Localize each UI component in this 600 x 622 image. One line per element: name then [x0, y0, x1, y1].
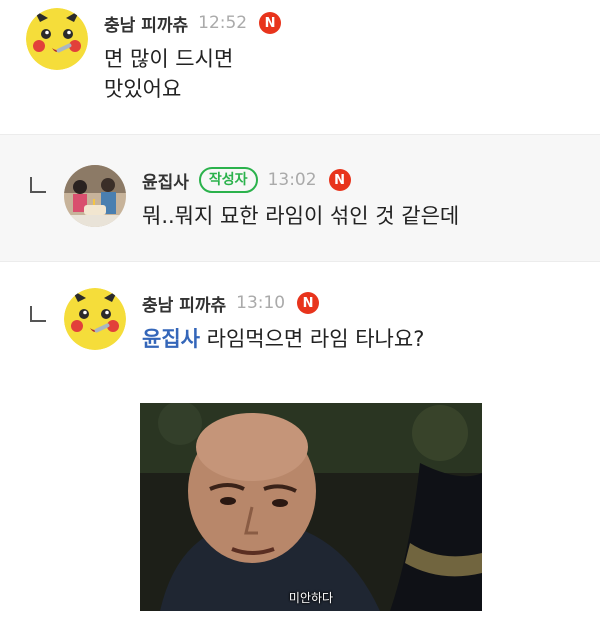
comment-text-line: 면 많이 드시면 [104, 47, 234, 71]
comment-2: 윤집사 작성자 13:02 N 뭐..뭐지 묘한 라임이 섞인 것 같은데 [0, 134, 600, 262]
gif-caption: 미안하다 [288, 591, 334, 605]
comment-text: 면 많이 드시면 맛있어요 [104, 44, 233, 104]
timestamp: 13:02 [267, 170, 317, 190]
author-badge: 작성자 [198, 167, 258, 193]
timestamp: 12:52 [198, 13, 248, 33]
timestamp: 13:10 [236, 293, 286, 313]
avatar[interactable] [64, 288, 126, 350]
comment-1: 충남 피까츄 12:52 N 면 많이 드시면 맛있어요 [0, 0, 600, 134]
family-photo-icon [64, 165, 126, 227]
meme-image [140, 403, 482, 611]
avatar[interactable] [64, 165, 126, 227]
nickname[interactable]: 윤집사 [142, 168, 189, 193]
attached-gif[interactable]: 미안하다 [140, 403, 482, 611]
comment-text: 뭐..뭐지 묘한 라임이 섞인 것 같은데 [142, 204, 460, 228]
comment-text: 윤집사 라임먹으면 라임 타나요? [142, 324, 424, 354]
pikachu-icon [64, 288, 126, 350]
comment-meta: 충남 피까츄 12:52 N [104, 10, 282, 36]
avatar[interactable] [26, 8, 88, 70]
new-badge: N [297, 292, 320, 314]
new-badge: N [328, 169, 351, 191]
nickname[interactable]: 충남 피까츄 [142, 291, 226, 316]
pikachu-icon [26, 8, 88, 70]
nickname[interactable]: 충남 피까츄 [104, 11, 188, 36]
comment-text-line: 맛있어요 [104, 77, 182, 101]
new-badge: N [259, 12, 282, 34]
comment-meta: 윤집사 작성자 13:02 N [142, 167, 351, 193]
reply-arrow-icon [30, 177, 46, 193]
comment-body: 라임먹으면 라임 타나요? [199, 327, 425, 351]
comment-meta: 충남 피까츄 13:10 N [142, 290, 320, 316]
mention-link[interactable]: 윤집사 [142, 327, 200, 351]
reply-arrow-icon [30, 306, 46, 322]
